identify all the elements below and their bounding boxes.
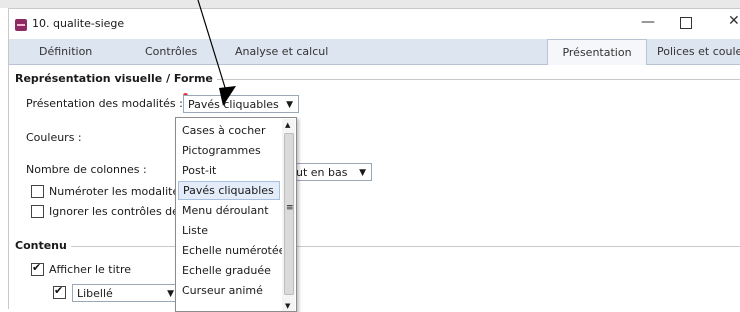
maximize-button[interactable] xyxy=(680,17,692,29)
dropdown-option[interactable]: Menu déroulant xyxy=(178,201,284,220)
dropdown-option[interactable]: Post-it xyxy=(178,161,284,180)
scroll-thumb[interactable]: ≡ xyxy=(284,133,294,295)
ignorer-checkbox[interactable] xyxy=(31,205,44,218)
screen-top-bar xyxy=(0,0,740,8)
close-button[interactable]: ✕ xyxy=(728,13,740,29)
dropdown-option[interactable]: Liste xyxy=(178,221,284,240)
libelle-select-value: Libellé xyxy=(77,287,113,300)
presentation-label: Présentation des modalités : xyxy=(26,97,183,110)
colonnes-label: Nombre de colonnes : xyxy=(26,163,147,176)
numeroter-checkbox[interactable] xyxy=(31,185,44,198)
couleurs-label: Couleurs : xyxy=(26,131,82,144)
tab-definition[interactable]: Définition xyxy=(39,39,92,64)
presentation-select[interactable]: Pavés cliquables ▼ xyxy=(183,95,299,113)
scroll-down-icon[interactable]: ▼ xyxy=(285,302,290,310)
chevron-down-icon: ▼ xyxy=(167,289,174,299)
section-title-contenu: Contenu xyxy=(15,239,71,252)
presentation-dropdown-list[interactable]: Cases à cocher Pictogrammes Post-it Pavé… xyxy=(175,117,297,312)
dropdown-option[interactable]: Cases à cocher xyxy=(178,121,284,140)
afficher-titre-checkbox[interactable] xyxy=(31,261,44,276)
tab-analyse-et-calcul[interactable]: Analyse et calcul xyxy=(235,39,328,64)
libelle-checkbox[interactable] xyxy=(53,284,66,299)
tab-bar: Définition Contrôles Analyse et calcul P… xyxy=(9,39,740,65)
tab-presentation[interactable]: Présentation xyxy=(547,39,647,65)
section-divider xyxy=(15,246,740,247)
layout-select-value: ut en bas xyxy=(296,166,348,179)
dropdown-option-selected[interactable]: Pavés cliquables xyxy=(178,181,280,200)
layout-select[interactable]: ut en bas ▼ xyxy=(292,163,372,181)
afficher-titre-label: Afficher le titre xyxy=(49,263,132,276)
dropdown-scrollbar[interactable]: ▲ ≡ ▼ xyxy=(282,119,295,311)
window-title: 10. qualite-siege xyxy=(32,17,125,30)
dropdown-option[interactable]: Echelle numérotée xyxy=(178,241,285,260)
chevron-down-icon: ▼ xyxy=(286,100,293,110)
scroll-up-icon[interactable]: ▲ xyxy=(285,121,290,129)
title-bar: 10. qualite-siege — ✕ xyxy=(9,9,740,39)
app-icon xyxy=(15,19,27,31)
grip-icon: ≡ xyxy=(286,203,294,213)
app-window: 10. qualite-siege — ✕ Définition Contrôl… xyxy=(8,8,740,312)
chevron-down-icon: ▼ xyxy=(359,168,366,178)
libelle-select[interactable]: Libellé ▼ xyxy=(72,284,180,302)
ignorer-label: Ignorer les contrôles de xyxy=(49,205,179,218)
tab-polices-et-couleurs[interactable]: Polices et couleurs xyxy=(657,39,740,64)
numeroter-label: Numéroter les modalités xyxy=(49,185,185,198)
presentation-select-value: Pavés cliquables xyxy=(188,98,279,111)
section-title-representation: Représentation visuelle / Forme xyxy=(15,72,217,85)
dropdown-option[interactable]: Curseur animé xyxy=(178,281,284,300)
dropdown-option[interactable]: Pictogrammes xyxy=(178,141,284,160)
minimize-button[interactable]: — xyxy=(641,14,655,30)
tab-controles[interactable]: Contrôles xyxy=(145,39,197,64)
dropdown-option[interactable]: Echelle graduée xyxy=(178,261,284,280)
